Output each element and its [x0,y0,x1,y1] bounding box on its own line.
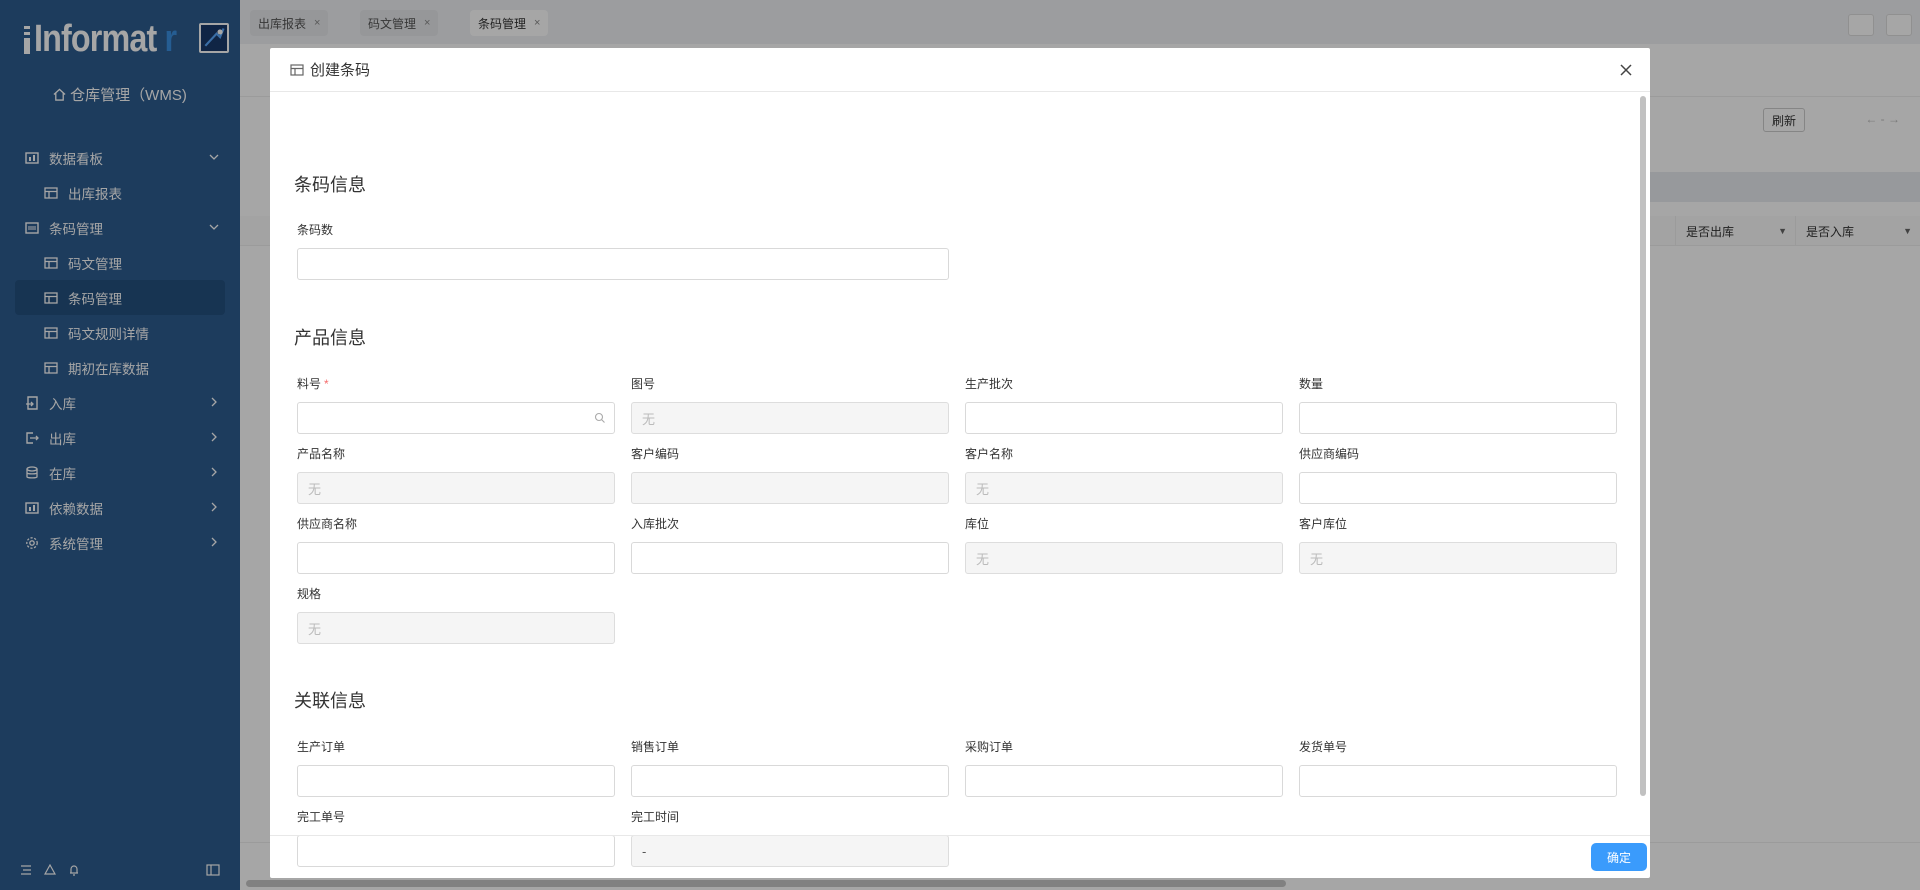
field-label: 完工时间 [631,810,680,824]
field-customer-name: 客户名称 无 [965,445,1283,504]
field-label: 供应商名称 [297,517,358,531]
table-icon [290,63,304,76]
field-delivery-no: 发货单号 [1299,738,1617,797]
field-location: 库位 无 [965,515,1283,574]
field-label: 客户编码 [631,447,680,461]
field-label: 完工单号 [297,810,346,824]
section-title-product-info: 产品信息 [294,328,366,348]
customer-name-input: 无 [965,472,1283,504]
field-item-no: 料号 * [297,375,615,434]
sales-order-input[interactable] [631,765,949,797]
supplier-name-input[interactable] [297,542,615,574]
field-drawing-no: 图号 无 [631,375,949,434]
field-customer-location: 客户库位 无 [1299,515,1617,574]
field-label: 入库批次 [631,517,680,531]
field-label: 供应商编码 [1299,447,1360,461]
dialog-title: 创建条码 [310,62,371,79]
create-barcode-dialog: 创建条码 条码信息 条码数 产品信息 料号 * 图号 无 生产批次 数量 产品名… [270,48,1650,878]
field-supplier-code: 供应商编码 [1299,445,1617,504]
drawing-no-input: 无 [631,402,949,434]
field-label: 图号 [631,377,656,391]
field-label: 生产批次 [965,377,1014,391]
field-production-batch: 生产批次 [965,375,1283,434]
product-name-input: 无 [297,472,615,504]
field-production-order: 生产订单 [297,738,615,797]
field-label: 数量 [1299,377,1324,391]
search-icon[interactable] [594,412,606,424]
field-label: 规格 [297,587,322,601]
field-label: 销售订单 [631,740,680,754]
field-label: 客户库位 [1299,517,1348,531]
dialog-footer: 确定 [270,835,1650,878]
field-label: 条码数 [297,223,334,237]
field-spec: 规格 无 [297,585,615,644]
quantity-input[interactable] [1299,402,1617,434]
field-supplier-name: 供应商名称 [297,515,615,574]
close-icon[interactable] [1616,60,1636,80]
field-label: 产品名称 [297,447,346,461]
section-title-barcode-info: 条码信息 [294,175,366,195]
required-mark: * [324,377,329,391]
field-quantity: 数量 [1299,375,1617,434]
dialog-header: 创建条码 [270,48,1650,92]
production-order-input[interactable] [297,765,615,797]
item-no-input[interactable] [297,402,615,434]
field-sales-order: 销售订单 [631,738,949,797]
supplier-code-input[interactable] [1299,472,1617,504]
spec-input: 无 [297,612,615,644]
customer-location-input: 无 [1299,542,1617,574]
field-purchase-order: 采购订单 [965,738,1283,797]
production-batch-input[interactable] [965,402,1283,434]
barcode-count-input[interactable] [297,248,949,280]
customer-code-input [631,472,949,504]
field-product-name: 产品名称 无 [297,445,615,504]
purchase-order-input[interactable] [965,765,1283,797]
dialog-body: 条码信息 条码数 产品信息 料号 * 图号 无 生产批次 数量 产品名称 无 客… [270,93,1650,883]
location-input: 无 [965,542,1283,574]
field-customer-code: 客户编码 [631,445,949,504]
field-inbound-batch: 入库批次 [631,515,949,574]
field-label: 料号 [297,377,322,391]
field-label: 采购订单 [965,740,1014,754]
field-label: 发货单号 [1299,740,1348,754]
field-label: 客户名称 [965,447,1014,461]
confirm-button[interactable]: 确定 [1591,843,1647,871]
field-label: 生产订单 [297,740,346,754]
field-barcode-count: 条码数 [297,221,949,280]
dialog-scrollbar[interactable] [1640,96,1646,796]
section-title-related-info: 关联信息 [294,691,366,711]
inbound-batch-input[interactable] [631,542,949,574]
field-label: 库位 [965,517,990,531]
delivery-no-input[interactable] [1299,765,1617,797]
